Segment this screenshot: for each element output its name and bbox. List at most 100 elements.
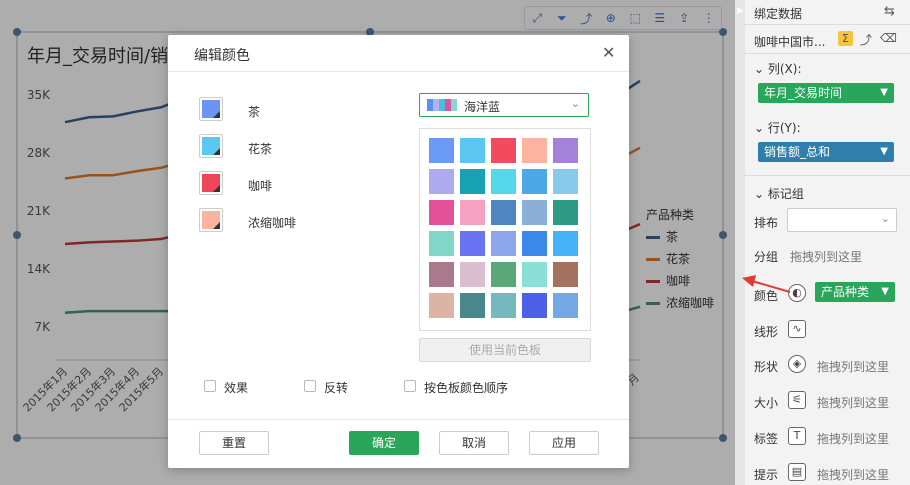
- palette-swatch[interactable]: [429, 262, 454, 287]
- dialog-footer-divider: [168, 419, 629, 420]
- text-label-icon[interactable]: T: [788, 427, 806, 445]
- series-color-swatch[interactable]: [199, 97, 223, 121]
- series-color-swatch[interactable]: [199, 171, 223, 195]
- caret-down-icon[interactable]: ▼: [880, 142, 888, 162]
- line-style-icon[interactable]: ∿: [788, 320, 806, 338]
- swatch-fill: [202, 174, 220, 192]
- rows-section[interactable]: ⌄ 行(Y):: [754, 119, 801, 136]
- palette-swatch[interactable]: [491, 262, 516, 287]
- series-color-swatch[interactable]: [199, 134, 223, 158]
- tooltip-label: 提示: [754, 468, 779, 482]
- use-current-palette-button[interactable]: 使用当前色板: [419, 338, 591, 362]
- chevron-down-icon: ⌄: [754, 187, 768, 201]
- palette-swatch[interactable]: [491, 169, 516, 194]
- sum-icon[interactable]: Σ: [838, 31, 853, 46]
- ok-button[interactable]: 确定: [349, 431, 419, 455]
- palette-swatch[interactable]: [491, 231, 516, 256]
- cancel-button[interactable]: 取消: [439, 431, 509, 455]
- swatch-fill: [202, 100, 220, 118]
- layout-select[interactable]: ⌄: [787, 208, 897, 232]
- divider: [745, 53, 910, 54]
- palette-name: 海洋蓝: [464, 100, 501, 114]
- palette-select[interactable]: 海洋蓝 ⌄: [419, 93, 589, 117]
- series-color-swatch[interactable]: [199, 208, 223, 232]
- swap-icon[interactable]: ⇆: [884, 4, 895, 19]
- palette-swatch[interactable]: [553, 293, 578, 318]
- caret-down-icon[interactable]: ▼: [881, 282, 889, 302]
- tooltip-icon[interactable]: ▤: [788, 463, 806, 481]
- shape-drop-zone[interactable]: 拖拽列到这里: [817, 358, 889, 375]
- palette-swatch[interactable]: [491, 293, 516, 318]
- dialog-title: 编辑颜色: [194, 48, 250, 64]
- columns-field-pill[interactable]: 年月_交易时间 ▼: [758, 83, 894, 103]
- collapse-arrow-icon[interactable]: ▶: [737, 6, 744, 16]
- palette-swatch[interactable]: [553, 262, 578, 287]
- group-label: 分组: [754, 250, 779, 264]
- panel-collapse-handle[interactable]: [735, 0, 745, 485]
- caret-down-icon[interactable]: ▼: [880, 83, 888, 103]
- chevron-down-icon: ⌄: [754, 121, 768, 135]
- size-label: 大小: [754, 396, 779, 410]
- series-label: 茶: [248, 105, 261, 119]
- color-field-pill[interactable]: 产品种类 ▼: [815, 282, 895, 302]
- edit-color-dialog: 编辑颜色 ✕ 茶 花茶 咖啡 浓缩咖啡 海洋蓝 ⌄ 使用当前色板 效果 反转 按…: [168, 35, 629, 468]
- size-icon[interactable]: ⚟: [788, 391, 806, 409]
- label-label: 标签: [754, 432, 779, 446]
- size-drop-zone[interactable]: 拖拽列到这里: [817, 394, 889, 411]
- palette-swatch[interactable]: [460, 231, 485, 256]
- tooltip-drop-zone[interactable]: 拖拽列到这里: [817, 466, 889, 483]
- palette-swatch[interactable]: [522, 262, 547, 287]
- palette-swatch[interactable]: [460, 200, 485, 225]
- eraser-icon[interactable]: ⌫: [880, 31, 897, 45]
- palette-swatch[interactable]: [460, 169, 485, 194]
- line-label: 线形: [754, 325, 779, 339]
- divider: [745, 24, 910, 25]
- columns-section[interactable]: ⌄ 列(X):: [754, 60, 802, 77]
- palette-swatch[interactable]: [522, 169, 547, 194]
- apply-button[interactable]: 应用: [529, 431, 599, 455]
- chevron-down-icon: ⌄: [754, 62, 768, 76]
- panel-title: 绑定数据: [754, 7, 803, 21]
- marks-section[interactable]: ⌄ 标记组: [754, 185, 804, 202]
- dialog-header-divider: [168, 71, 629, 72]
- group-drop-zone[interactable]: 拖拽列到这里: [790, 248, 862, 265]
- palette-swatch[interactable]: [522, 138, 547, 163]
- palette-swatch[interactable]: [522, 293, 547, 318]
- reset-button[interactable]: 重置: [199, 431, 269, 455]
- effect-label: 效果: [224, 381, 249, 395]
- rows-field-pill[interactable]: 销售额_总和 ▼: [758, 142, 894, 162]
- marks-label: 标记组: [767, 187, 804, 201]
- palette-swatch[interactable]: [491, 200, 516, 225]
- palette-swatch[interactable]: [460, 262, 485, 287]
- palette-order-checkbox[interactable]: [404, 380, 416, 392]
- swatch-fill: [202, 137, 220, 155]
- label-drop-zone[interactable]: 拖拽列到这里: [817, 430, 889, 447]
- rows-label: 行(Y):: [767, 121, 801, 135]
- layout-label: 排布: [754, 216, 779, 230]
- palette-swatch[interactable]: [522, 200, 547, 225]
- palette-swatch[interactable]: [553, 138, 578, 163]
- palette-swatch[interactable]: [553, 231, 578, 256]
- palette-swatch[interactable]: [429, 231, 454, 256]
- color-field-text: 产品种类: [821, 285, 870, 299]
- chevron-down-icon: ⌄: [880, 212, 890, 225]
- palette-swatch[interactable]: [460, 138, 485, 163]
- palette-swatch[interactable]: [553, 200, 578, 225]
- effect-checkbox[interactable]: [204, 380, 216, 392]
- columns-label: 列(X):: [767, 62, 802, 76]
- close-icon[interactable]: ✕: [602, 43, 615, 62]
- palette-swatch[interactable]: [429, 138, 454, 163]
- divider: [745, 175, 910, 176]
- reverse-label: 反转: [324, 381, 349, 395]
- palette-swatch[interactable]: [491, 138, 516, 163]
- palette-swatch[interactable]: [429, 200, 454, 225]
- palette-swatch[interactable]: [429, 293, 454, 318]
- reverse-checkbox[interactable]: [304, 380, 316, 392]
- palette-swatch[interactable]: [429, 169, 454, 194]
- shape-icon[interactable]: ◈: [788, 355, 806, 373]
- palette-swatch[interactable]: [553, 169, 578, 194]
- palette-swatch[interactable]: [460, 293, 485, 318]
- dataset-name[interactable]: 咖啡中国市...: [754, 33, 825, 50]
- drill-icon[interactable]: ⤴: [860, 31, 872, 48]
- palette-swatch[interactable]: [522, 231, 547, 256]
